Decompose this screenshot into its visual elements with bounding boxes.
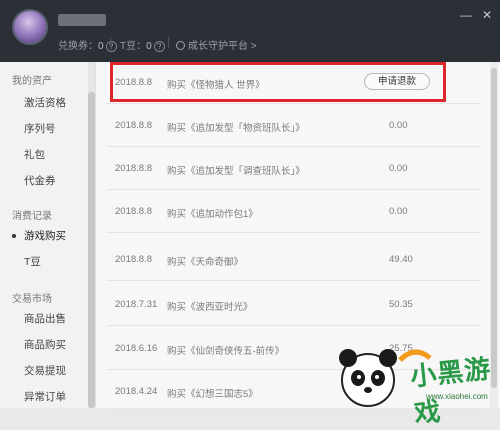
active-dot-icon	[12, 234, 16, 238]
record-amount: 0.00	[389, 120, 408, 131]
tdou-value: 0	[146, 41, 152, 52]
coupon-value: 0	[98, 41, 104, 52]
record-desc: 购买《仙剑奇侠传五-前传》	[167, 346, 285, 357]
username-blurred	[58, 14, 106, 26]
record-date: 2018.8.8	[115, 206, 152, 217]
sidebar-scroll-thumb[interactable]	[88, 92, 95, 408]
divider	[168, 37, 169, 48]
sidebar-item-serial[interactable]: 序列号	[0, 118, 90, 140]
sidebar-item-abnormal-orders[interactable]: 异常订单	[0, 386, 90, 408]
help-icon[interactable]: ?	[153, 41, 165, 52]
record-amount: 0.00	[389, 163, 408, 174]
table-row: 2018.8.8 购买《追加发型「物资班队长」》 0.00	[107, 105, 480, 147]
record-date: 2018.8.8	[115, 254, 152, 265]
sidebar-item-withdraw[interactable]: 交易提现	[0, 360, 90, 382]
header: 兑换券：0? T豆：0? 成长守护平台 > — ✕	[0, 0, 500, 62]
growth-link-label: 成长守护平台 >	[188, 41, 257, 52]
coupon-label: 兑换券：	[58, 41, 98, 52]
sidebar-item-sell[interactable]: 商品出售	[0, 308, 90, 330]
app-window: 兑换券：0? T豆：0? 成长守护平台 > — ✕ 我的资产 激活资格 序列号 礼…	[0, 0, 500, 429]
record-amount: 50.35	[389, 299, 413, 310]
sidebar-item-voucher[interactable]: 代金券	[0, 170, 90, 192]
record-desc: 购买《追加发型「调查班队长」》	[167, 166, 305, 177]
record-desc: 购买《追加发型「物资班队长」》	[167, 123, 305, 134]
record-desc: 购买《天命奇御》	[167, 257, 244, 268]
table-row: 2018.8.8 购买《追加发型「调查班队长」》 0.00	[107, 148, 480, 190]
minimize-icon[interactable]: —	[460, 8, 472, 22]
record-date: 2018.4.24	[115, 386, 158, 397]
record-desc: 购买《追加动作包1》	[167, 209, 258, 220]
avatar[interactable]	[12, 9, 48, 45]
refresh-circle-icon	[176, 41, 185, 50]
tdou-label: T豆：	[120, 41, 147, 52]
help-icon[interactable]: ?	[105, 41, 117, 52]
watermark-text: 小黑游戏	[409, 354, 493, 430]
record-date: 2018.8.8	[115, 163, 152, 174]
sidebar: 我的资产 激活资格 序列号 礼包 代金券 消费记录 游戏购买 T豆 交易市场 商…	[0, 62, 96, 408]
table-row: 2018.8.8 购买《天命奇御》 49.40	[107, 239, 480, 281]
record-desc: 购买《波西亚时光》	[167, 302, 253, 313]
coupon-stat: 兑换券：0?	[58, 37, 117, 52]
table-row: 2018.8.8 购买《追加动作包1》 0.00	[107, 191, 480, 233]
sidebar-scrollbar[interactable]	[88, 62, 95, 408]
section-title-assets: 我的资产	[12, 76, 52, 87]
record-date: 2018.7.31	[115, 299, 158, 310]
section-title-consumption: 消费记录	[12, 211, 52, 222]
sidebar-item-buy[interactable]: 商品购买	[0, 334, 90, 356]
record-date: 2018.6.16	[115, 343, 158, 354]
window-controls: — ✕	[450, 8, 492, 22]
growth-platform-link[interactable]: 成长守护平台 >	[176, 37, 257, 52]
sidebar-item-game-purchase[interactable]: 游戏购买	[0, 225, 90, 247]
record-date: 2018.8.8	[115, 120, 152, 131]
record-desc: 购买《幻想三国志5》	[167, 389, 258, 400]
table-row: 2018.7.31 购买《波西亚时光》 50.35	[107, 284, 480, 326]
divider	[110, 37, 111, 48]
highlight-box	[110, 62, 446, 102]
close-icon[interactable]: ✕	[482, 8, 492, 22]
record-amount: 49.40	[389, 254, 413, 265]
watermark-url: www.xiaohei.com	[426, 392, 488, 401]
record-amount: 0.00	[389, 206, 408, 217]
sidebar-item-tdou[interactable]: T豆	[0, 251, 90, 273]
sidebar-item-label: 游戏购买	[24, 230, 66, 242]
section-title-market: 交易市场	[12, 294, 52, 305]
sidebar-item-gift[interactable]: 礼包	[0, 144, 90, 166]
tdou-stat: T豆：0?	[120, 37, 165, 52]
sidebar-item-activation[interactable]: 激活资格	[0, 92, 90, 114]
